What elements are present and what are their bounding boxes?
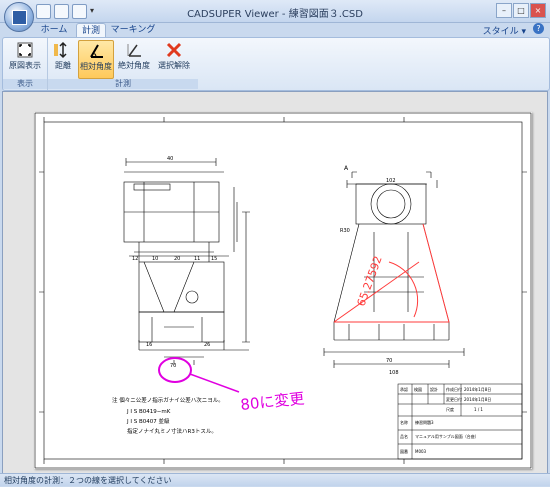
tb-design: 設計 — [430, 386, 438, 392]
tb-created-label: 作成日付 — [446, 386, 462, 392]
ribbon-group-view: 原図表示 表示 — [3, 38, 48, 90]
clear-selection-button[interactable]: 選択解除 — [156, 40, 192, 77]
side-view — [323, 180, 465, 368]
tb-no-label: 図番 — [400, 448, 408, 454]
group-label-view: 表示 — [3, 79, 47, 89]
tb-changed-date: 2014年1月8日 — [464, 396, 491, 402]
tb-approve: 承認 — [400, 386, 408, 392]
markup-arrow — [189, 373, 240, 393]
window-controls: – □ × — [496, 3, 546, 18]
dim-r30: R30 — [340, 228, 350, 234]
note-4: 指定ノナイ丸ミノ寸法ハR3トスル。 — [127, 427, 217, 435]
tb-created-date: 2014年1月8日 — [464, 386, 491, 392]
dim-102: 102 — [386, 178, 396, 184]
measure-overlay — [333, 223, 450, 323]
relative-angle-button[interactable]: 相対角度 — [78, 40, 114, 79]
ribbon-tabs: ホーム 計測 マーキング — [0, 22, 550, 38]
section-label-a: A — [344, 165, 349, 172]
style-menu[interactable]: スタイル ▾ — [483, 24, 526, 37]
title-bar: ▾ CADSUPER Viewer - 練習図面３.CSD – □ × — [0, 0, 550, 32]
tab-measure[interactable]: 計測 — [76, 23, 106, 38]
sheet-border — [34, 112, 532, 469]
tb-changed-label: 変更日付 — [446, 396, 462, 402]
dim-16: 16 — [146, 342, 152, 348]
tab-home[interactable]: ホーム — [36, 23, 72, 37]
minimize-icon[interactable]: – — [496, 3, 512, 18]
measure-value: 65.27592 — [355, 254, 385, 308]
original-view-button[interactable]: 原図表示 — [5, 40, 45, 77]
status-text: 相対角度の計測：２つの線を選択してください — [4, 476, 172, 485]
relative-angle-label: 相対角度 — [80, 62, 112, 71]
tb-no-value: M003 — [415, 449, 427, 454]
relative-angle-icon — [90, 44, 103, 58]
group-label-measure: 計測 — [48, 79, 198, 89]
help-icon[interactable]: ? — [533, 23, 544, 34]
ribbon: 原図表示 表示 距離 相対角度 絶対角度 選択解除 計測 — [2, 37, 550, 91]
note-2: J I S B0419−mK — [126, 409, 171, 415]
note-3: J I S B0407 並級 — [126, 417, 170, 425]
note-1: 注 個々ニ公差ノ指示ガナイ公差ハ次ニヨル。 — [112, 396, 224, 404]
absolute-angle-button[interactable]: 絶対角度 — [116, 40, 152, 77]
distance-label: 距離 — [55, 61, 71, 70]
front-view — [123, 158, 250, 365]
tb-part-label: 品名 — [400, 433, 408, 439]
tab-marking[interactable]: マーキング — [108, 23, 158, 37]
dim-12: 12 — [132, 256, 138, 262]
original-view-icon — [17, 42, 33, 58]
tb-check: 検図 — [414, 386, 422, 392]
distance-icon — [54, 41, 67, 59]
dim-11: 11 — [194, 256, 200, 262]
application-menu-button[interactable] — [4, 2, 34, 32]
tb-part-value: マニュアル用サンプル図面（台座） — [415, 433, 479, 439]
absolute-angle-icon — [127, 44, 141, 57]
maximize-icon[interactable]: □ — [513, 3, 529, 18]
app-logo-icon — [12, 10, 27, 25]
markup-text: 80に変更 — [240, 389, 306, 414]
original-view-label: 原図表示 — [9, 61, 41, 70]
dim-15: 15 — [211, 256, 217, 262]
distance-button[interactable]: 距離 — [50, 40, 76, 77]
close-icon[interactable]: × — [530, 3, 546, 18]
tb-scale-label: 尺度 — [446, 406, 454, 412]
dim-40: 40 — [167, 156, 173, 162]
window-title: CADSUPER Viewer - 練習図面３.CSD — [187, 9, 363, 20]
clear-selection-label: 選択解除 — [158, 61, 190, 70]
drawing-sheet[interactable]: 65.27592 80に変更 40 70 70 108 102 12 10 20… — [34, 112, 532, 469]
markup-circle[interactable] — [158, 357, 192, 383]
absolute-angle-label: 絶対角度 — [118, 61, 150, 70]
status-bar: 相対角度の計測：２つの線を選択してください — [0, 473, 550, 486]
tb-name-label: 名称 — [400, 419, 408, 425]
dim-26: 26 — [204, 342, 210, 348]
tb-name-value: 練習問題3 — [415, 419, 434, 425]
cad-drawing: 65.27592 80に変更 40 70 70 108 102 12 10 20… — [34, 112, 532, 469]
tb-scale-value: 1 / 1 — [474, 407, 483, 412]
drawing-viewport[interactable]: 65.27592 80に変更 40 70 70 108 102 12 10 20… — [2, 91, 548, 474]
dim-108: 108 — [389, 370, 399, 376]
dim-70: 70 — [170, 363, 176, 369]
ribbon-group-measure: 距離 相対角度 絶対角度 選択解除 計測 — [48, 38, 198, 90]
dim-20: 20 — [174, 256, 180, 262]
clear-selection-icon — [166, 42, 182, 58]
dim-10: 10 — [152, 256, 158, 262]
dim-70b: 70 — [386, 358, 392, 364]
